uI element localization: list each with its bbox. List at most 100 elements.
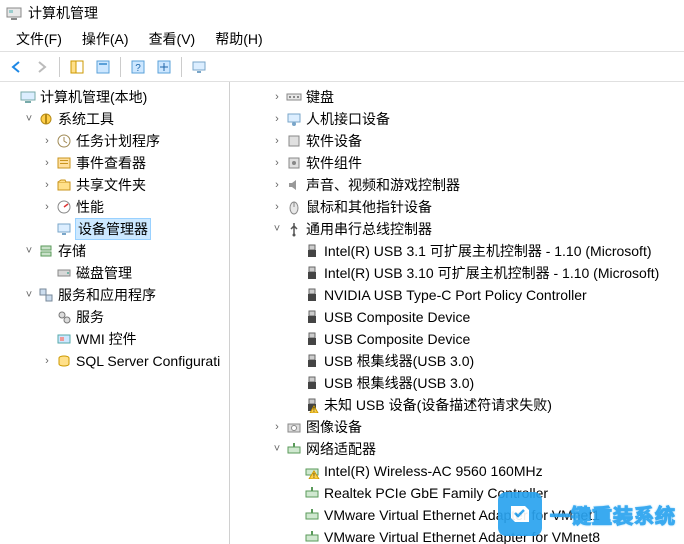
dev-item-usb[interactable]: ›NVIDIA USB Type-C Port Policy Controlle… (230, 284, 684, 306)
properties-button[interactable] (91, 55, 115, 79)
twisty-icon[interactable]: › (40, 179, 54, 191)
twisty-icon[interactable]: › (40, 355, 54, 367)
tree-wmi[interactable]: ›WMI 控件 (0, 328, 229, 350)
right-tree[interactable]: ›键盘 › 人机接口设备 ›软件设备 ›软件组件 › 声音、视频和游戏控制器 › 鼠标… (230, 82, 684, 544)
show-hide-button[interactable] (65, 55, 89, 79)
tree-task-scheduler[interactable]: › 任务计划程序 (0, 130, 229, 152)
twisty-icon[interactable]: › (270, 421, 284, 433)
tree-device-manager[interactable]: ›设备管理器 (0, 218, 229, 240)
dev-cat-keyboard[interactable]: ›键盘 (230, 86, 684, 108)
dev-cat-usb[interactable]: ˅ 通用串行总线控制器 (230, 218, 684, 240)
usb-icon (303, 330, 321, 348)
dev-cat-imaging[interactable]: ›图像设备 (230, 416, 684, 438)
toolbar-sep (120, 57, 121, 77)
tree-label: 性能 (76, 197, 104, 217)
dev-item-usb[interactable]: ›Intel(R) USB 3.1 可扩展主机控制器 - 1.10 (Micro… (230, 240, 684, 262)
menu-view[interactable]: 查看(V) (139, 26, 206, 52)
twisty-icon[interactable]: › (270, 91, 284, 103)
title-bar: 计算机管理 (0, 0, 684, 26)
twisty-icon[interactable]: ˅ (270, 223, 284, 235)
toolbar-sep (59, 57, 60, 77)
tree-label: 鼠标和其他指针设备 (306, 197, 432, 217)
tree-system-tools[interactable]: ˅系统工具 (0, 108, 229, 130)
network-icon (285, 440, 303, 458)
tree-event-viewer[interactable]: ›事件查看器 (0, 152, 229, 174)
usb-icon (303, 374, 321, 392)
twisty-icon[interactable]: › (40, 157, 54, 169)
twisty-icon[interactable]: › (270, 135, 284, 147)
menu-help[interactable]: 帮助(H) (205, 26, 272, 52)
event-icon (55, 154, 73, 172)
content-split: ▸计算机管理(本地) ˅系统工具 › 任务计划程序 ›事件查看器 › 共享文件夹 ›… (0, 82, 684, 544)
twisty-icon[interactable]: › (40, 135, 54, 147)
tree-label: 磁盘管理 (76, 263, 132, 283)
watermark-badge-icon (498, 492, 542, 536)
gears-icon (55, 308, 73, 326)
hid-icon (285, 110, 303, 128)
folder-share-icon (55, 176, 73, 194)
dev-item-usb[interactable]: ›USB Composite Device (230, 328, 684, 350)
dev-item-usb-warning[interactable]: ›!未知 USB 设备(设备描述符请求失败) (230, 394, 684, 416)
twisty-icon[interactable]: ˅ (22, 245, 36, 257)
left-tree[interactable]: ▸计算机管理(本地) ˅系统工具 › 任务计划程序 ›事件查看器 › 共享文件夹 ›… (0, 82, 230, 544)
usb-icon (303, 286, 321, 304)
tree-label: SQL Server Configurati (76, 353, 220, 369)
tree-label: USB 根集线器(USB 3.0) (324, 351, 474, 371)
tree-label: 声音、视频和游戏控制器 (306, 175, 460, 195)
usb-warning-icon: ! (303, 396, 321, 414)
tree-label: 计算机管理(本地) (40, 87, 147, 107)
tree-label: USB 根集线器(USB 3.0) (324, 373, 474, 393)
scan-button[interactable] (152, 55, 176, 79)
tree-shared-folders[interactable]: › 共享文件夹 (0, 174, 229, 196)
twisty-icon[interactable]: › (270, 113, 284, 125)
dev-cat-softdev[interactable]: ›软件设备 (230, 130, 684, 152)
tree-sql-config[interactable]: › SQL Server Configurati (0, 350, 229, 372)
toolbar-sep (181, 57, 182, 77)
dev-item-usb[interactable]: ›USB 根集线器(USB 3.0) (230, 372, 684, 394)
tree-storage[interactable]: ˅存储 (0, 240, 229, 262)
twisty-icon[interactable]: › (270, 157, 284, 169)
twisty-icon[interactable]: ˅ (22, 113, 36, 125)
wmi-icon (55, 330, 73, 348)
net-warning-icon: ! (303, 462, 321, 480)
dev-item-usb[interactable]: ›Intel(R) USB 3.10 可扩展主机控制器 - 1.10 (Micr… (230, 262, 684, 284)
dev-item-net-warning[interactable]: ›!Intel(R) Wireless-AC 9560 160MHz (230, 460, 684, 482)
dev-item-usb[interactable]: ›USB 根集线器(USB 3.0) (230, 350, 684, 372)
tree-label: WMI 控件 (76, 329, 137, 349)
dev-cat-network[interactable]: ˅网络适配器 (230, 438, 684, 460)
tree-services-apps[interactable]: ˅服务和应用程序 (0, 284, 229, 306)
sql-icon (55, 352, 73, 370)
network-icon (303, 528, 321, 544)
twisty-icon[interactable]: ˅ (270, 443, 284, 455)
tree-services[interactable]: ›服务 (0, 306, 229, 328)
tree-label: 任务计划程序 (76, 131, 160, 151)
svg-text:!: ! (313, 407, 315, 413)
performance-icon (55, 198, 73, 216)
tree-label: 通用串行总线控制器 (306, 219, 432, 239)
dev-cat-sound[interactable]: › 声音、视频和游戏控制器 (230, 174, 684, 196)
tree-root[interactable]: ▸计算机管理(本地) (0, 86, 229, 108)
tree-label: 共享文件夹 (76, 175, 146, 195)
dev-item-usb[interactable]: ›USB Composite Device (230, 306, 684, 328)
tree-disk-mgmt[interactable]: ›磁盘管理 (0, 262, 229, 284)
tree-performance[interactable]: › 性能 (0, 196, 229, 218)
twisty-icon[interactable]: › (270, 201, 284, 213)
tree-label: 未知 USB 设备(设备描述符请求失败) (324, 395, 552, 415)
forward-button[interactable] (30, 55, 54, 79)
twisty-icon[interactable]: › (270, 179, 284, 191)
help-button[interactable]: ? (126, 55, 150, 79)
menu-file[interactable]: 文件(F) (6, 26, 72, 52)
usb-icon (303, 264, 321, 282)
back-button[interactable] (4, 55, 28, 79)
menu-action[interactable]: 操作(A) (72, 26, 139, 52)
dev-cat-hid[interactable]: › 人机接口设备 (230, 108, 684, 130)
tree-label: 人机接口设备 (306, 109, 390, 129)
twisty-icon[interactable]: › (40, 201, 54, 213)
twisty-icon[interactable]: ˅ (22, 289, 36, 301)
tree-label: Intel(R) USB 3.10 可扩展主机控制器 - 1.10 (Micro… (324, 263, 659, 283)
dev-cat-softcomp[interactable]: ›软件组件 (230, 152, 684, 174)
dev-cat-mouse[interactable]: › 鼠标和其他指针设备 (230, 196, 684, 218)
network-icon (303, 506, 321, 524)
services-apps-icon (37, 286, 55, 304)
monitor-button[interactable] (187, 55, 211, 79)
